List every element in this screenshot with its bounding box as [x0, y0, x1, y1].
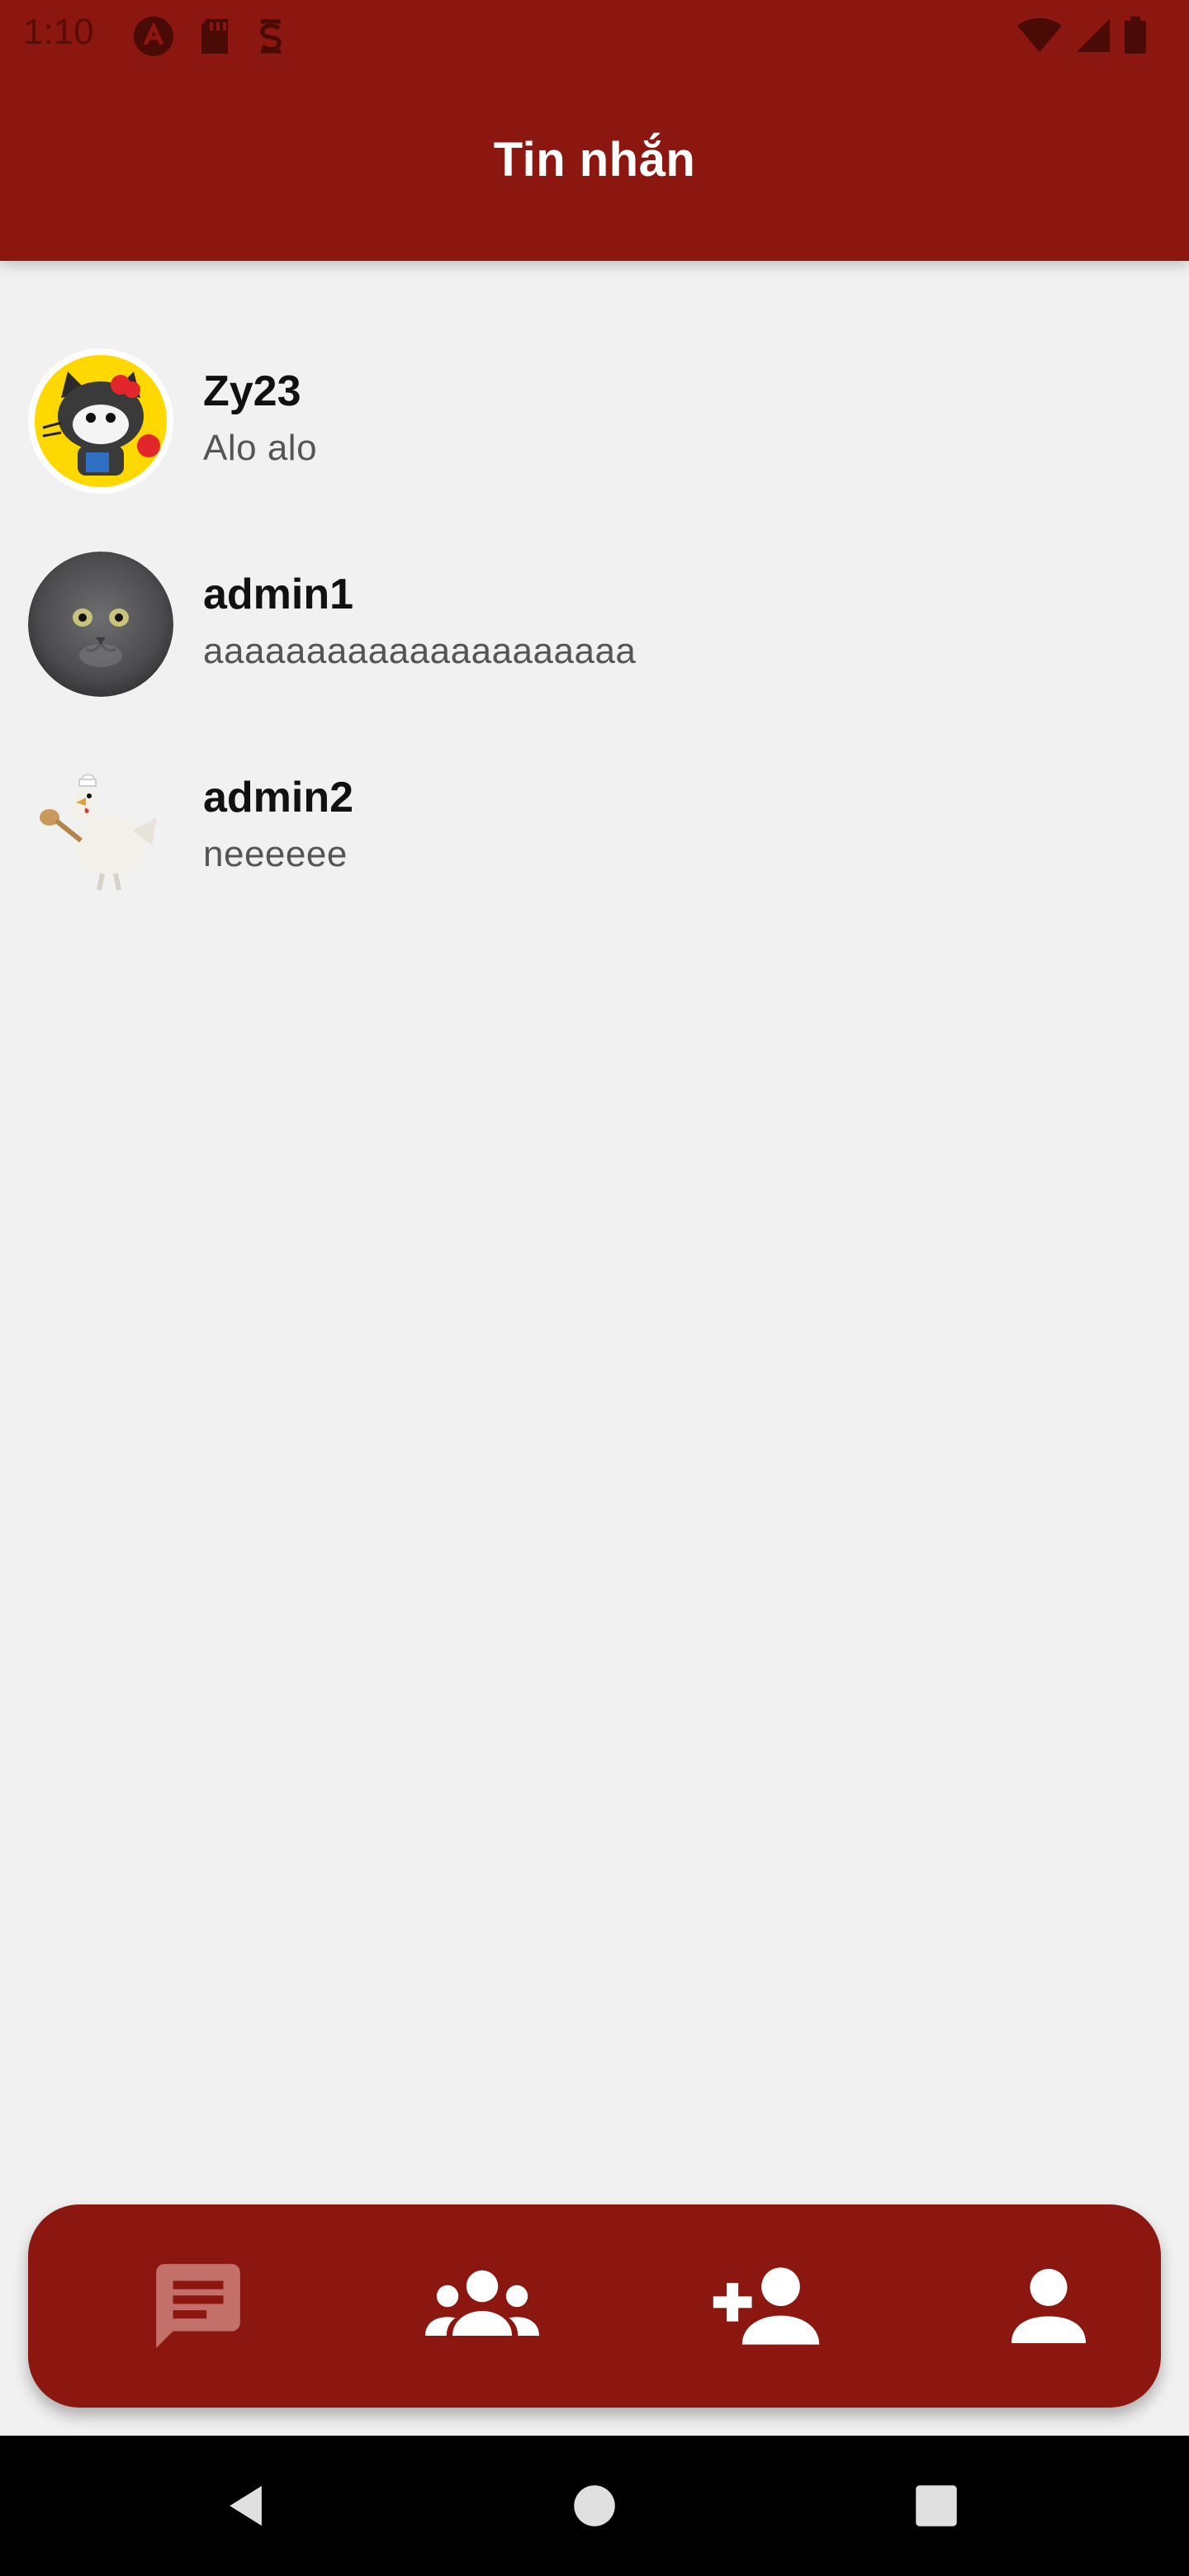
system-navigation-bar	[0, 2436, 1189, 2576]
nav-tab-add-friend[interactable]	[642, 2204, 890, 2408]
nav-tab-profile[interactable]	[925, 2204, 1172, 2408]
conversation-name: admin2	[203, 774, 354, 822]
status-bar: 1:10	[0, 0, 1189, 73]
status-time: 1:10	[23, 12, 94, 52]
battery-icon	[1125, 17, 1146, 54]
status-system-icons	[1016, 17, 1148, 54]
conversation-name: admin1	[203, 571, 354, 618]
sd-card-icon	[201, 19, 228, 54]
back-button[interactable]	[190, 2436, 306, 2576]
conversation-item[interactable]: Zy23 Alo alo	[0, 337, 1189, 540]
sync-icon	[260, 19, 282, 54]
back-icon	[230, 2485, 262, 2526]
conversation-preview: aaaaaaaaaaaaaaaaaaaaa	[203, 631, 637, 671]
page-title: Tin nhắn	[493, 133, 696, 187]
hello-kitty-cat-avatar	[28, 348, 173, 494]
nav-tab-messages[interactable]	[74, 2204, 322, 2408]
app-notification-icon	[134, 17, 173, 56]
avatar	[28, 755, 173, 900]
app-bar: 1:10 Tin nhắn	[0, 0, 1189, 261]
conversation-item[interactable]: admin2 neeeeee	[0, 743, 1189, 946]
conversation-preview: Alo alo	[203, 428, 318, 468]
home-button[interactable]	[537, 2436, 652, 2576]
conversation-name: Zy23	[203, 367, 301, 415]
cellular-signal-icon	[1077, 19, 1110, 52]
conversation-preview: neeeeee	[203, 834, 348, 874]
conversation-list: Zy23 Alo alo admin1 aaaaaaaaaaaaaaaaaaaa…	[0, 337, 1189, 946]
gray-cat-avatar	[28, 552, 173, 697]
wifi-icon	[1017, 18, 1062, 52]
group-icon	[425, 2270, 539, 2336]
chef-chicken-avatar	[28, 755, 173, 900]
home-icon	[574, 2485, 615, 2526]
avatar	[28, 348, 173, 494]
add-friend-icon	[713, 2267, 820, 2345]
avatar	[28, 552, 173, 697]
nav-tab-groups[interactable]	[358, 2204, 606, 2408]
recents-icon	[916, 2485, 957, 2526]
bottom-navigation	[28, 2204, 1161, 2408]
recents-button[interactable]	[879, 2436, 994, 2576]
chat-icon	[156, 2264, 240, 2348]
conversation-item[interactable]: admin1 aaaaaaaaaaaaaaaaaaaaa	[0, 540, 1189, 743]
status-notification-icons	[132, 15, 287, 58]
profile-icon	[1011, 2269, 1086, 2343]
